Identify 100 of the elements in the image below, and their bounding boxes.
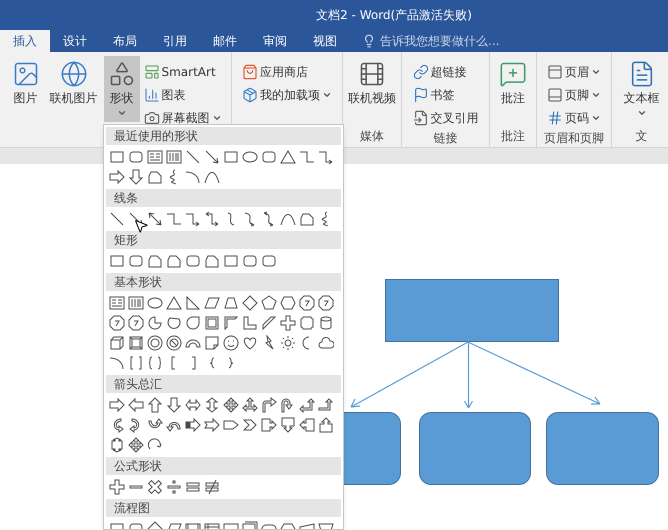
frame-icon[interactable] bbox=[204, 315, 220, 331]
multiply-sign-icon[interactable] bbox=[146, 479, 162, 495]
ribbon-button[interactable]: 我的加载项 bbox=[240, 83, 334, 106]
tell-me-field[interactable]: 告诉我您想要做什么... bbox=[362, 30, 500, 52]
striped-arrow-icon[interactable] bbox=[184, 417, 200, 433]
bevel-icon[interactable] bbox=[128, 335, 144, 351]
chord-icon[interactable] bbox=[166, 315, 182, 331]
cylinder-icon[interactable] bbox=[318, 315, 334, 331]
plaque-icon[interactable] bbox=[298, 315, 314, 331]
left-right-arrow-icon[interactable] bbox=[184, 397, 200, 413]
up-down-arrow-icon[interactable] bbox=[204, 397, 220, 413]
donut-icon[interactable] bbox=[146, 335, 162, 351]
ribbon-button[interactable]: 批注 bbox=[495, 56, 531, 122]
right-triangle-icon[interactable] bbox=[184, 295, 200, 311]
division-sign-icon[interactable] bbox=[166, 479, 182, 495]
arrow-line-icon[interactable] bbox=[204, 149, 220, 165]
cloud-icon[interactable] bbox=[318, 335, 334, 351]
numbered-polygon-icon[interactable] bbox=[298, 295, 314, 311]
arc-icon[interactable] bbox=[108, 355, 124, 371]
not-equal-sign-icon[interactable] bbox=[204, 479, 220, 495]
teardrop-icon[interactable] bbox=[184, 315, 200, 331]
ribbon-tab[interactable]: 视图 bbox=[300, 30, 350, 52]
freeform-shape-icon[interactable] bbox=[146, 169, 162, 185]
trapezoid-icon[interactable] bbox=[222, 295, 238, 311]
plus-sign-icon[interactable] bbox=[280, 315, 296, 331]
quad-arrow-callout-icon[interactable] bbox=[128, 437, 144, 453]
numbered-polygon-icon[interactable] bbox=[318, 295, 334, 311]
ribbon-tab[interactable]: 设计 bbox=[50, 30, 100, 52]
diagonal-stripe-icon[interactable] bbox=[260, 315, 276, 331]
right-arrow-icon[interactable] bbox=[108, 169, 124, 185]
ribbon-tab[interactable]: 邮件 bbox=[200, 30, 250, 52]
arrow-callout-icon[interactable] bbox=[280, 417, 296, 433]
freeform-shape-icon[interactable] bbox=[204, 253, 220, 269]
curve-icon[interactable] bbox=[280, 211, 296, 227]
pentagon-icon[interactable] bbox=[260, 295, 276, 311]
ribbon-button[interactable]: 联机视频 bbox=[344, 56, 400, 122]
l-shape-icon[interactable] bbox=[242, 315, 258, 331]
down-arrow-icon[interactable] bbox=[128, 169, 144, 185]
ribbon-button[interactable]: 书签 bbox=[410, 83, 480, 106]
curve-icon[interactable] bbox=[204, 169, 220, 185]
triangle-icon[interactable] bbox=[166, 295, 182, 311]
ribbon-button[interactable]: 应用商店 bbox=[240, 60, 334, 83]
hexagon-icon[interactable] bbox=[280, 295, 296, 311]
ribbon-button[interactable]: 形状 bbox=[104, 56, 140, 122]
pie-icon[interactable] bbox=[146, 315, 162, 331]
arrow-callout-icon[interactable] bbox=[260, 417, 276, 433]
bent-arrow-icon[interactable] bbox=[260, 397, 276, 413]
elbow-connector-icon[interactable] bbox=[166, 211, 182, 227]
down-arrow-icon[interactable] bbox=[166, 397, 182, 413]
elbow-arrow-connector-icon[interactable] bbox=[318, 149, 334, 165]
bracket-pair-icon[interactable] bbox=[128, 355, 144, 371]
sun-icon[interactable] bbox=[280, 335, 296, 351]
ribbon-button[interactable]: 页脚 bbox=[545, 83, 603, 106]
rectangle-icon[interactable] bbox=[108, 253, 124, 269]
text-box-icon[interactable] bbox=[146, 149, 162, 165]
elbow-double-arrow-connector-icon[interactable] bbox=[204, 211, 220, 227]
chevron-icon[interactable] bbox=[242, 417, 258, 433]
left-arrow-icon[interactable] bbox=[128, 397, 144, 413]
freeform-shape-icon[interactable] bbox=[146, 253, 162, 269]
double-arrow-line-icon[interactable] bbox=[146, 211, 162, 227]
elbow-arrow-connector-icon[interactable] bbox=[184, 211, 200, 227]
up-arrow-icon[interactable] bbox=[146, 397, 162, 413]
ribbon-button[interactable]: 文本框 bbox=[620, 56, 664, 122]
half-frame-icon[interactable] bbox=[222, 315, 238, 331]
ribbon-button[interactable]: 图片 bbox=[8, 56, 44, 122]
ribbon-button[interactable]: 联机图片 bbox=[46, 56, 102, 122]
elbow-connector-icon[interactable] bbox=[298, 149, 314, 165]
parallelogram-icon[interactable] bbox=[204, 295, 220, 311]
smiley-face-icon[interactable] bbox=[222, 335, 238, 351]
line-icon[interactable] bbox=[184, 149, 200, 165]
freeform-shape-icon[interactable] bbox=[166, 253, 182, 269]
folded-corner-icon[interactable] bbox=[204, 335, 220, 351]
rectangle-icon[interactable] bbox=[108, 149, 124, 165]
quad-arrow-icon[interactable] bbox=[222, 397, 238, 413]
ribbon-tab[interactable]: 引用 bbox=[150, 30, 200, 52]
notched-arrow-icon[interactable] bbox=[204, 417, 220, 433]
numbered-polygon-icon[interactable] bbox=[128, 315, 144, 331]
ribbon-button[interactable]: SmartArt bbox=[142, 60, 224, 83]
text-box-icon[interactable] bbox=[108, 295, 124, 311]
arc-icon[interactable] bbox=[184, 169, 200, 185]
ellipse-icon[interactable] bbox=[242, 149, 258, 165]
vertical-text-box-icon[interactable] bbox=[128, 295, 144, 311]
ribbon-button[interactable]: 屏幕截图 bbox=[142, 106, 224, 129]
brace-pair-icon[interactable] bbox=[146, 355, 162, 371]
ribbon-button[interactable]: 超链接 bbox=[410, 60, 480, 83]
ribbon-button[interactable]: 页眉 bbox=[545, 60, 603, 83]
numbered-polygon-icon[interactable] bbox=[108, 315, 124, 331]
left-up-arrow-icon[interactable] bbox=[298, 397, 314, 413]
bent-up-arrow-icon[interactable] bbox=[318, 397, 334, 413]
line-icon[interactable] bbox=[108, 211, 124, 227]
ribbon-tab[interactable]: 布局 bbox=[100, 30, 150, 52]
right-arrow-icon[interactable] bbox=[108, 397, 124, 413]
ribbon-tab[interactable]: 插入 bbox=[0, 30, 50, 52]
cube-icon[interactable] bbox=[108, 335, 124, 351]
triangle-icon[interactable] bbox=[280, 149, 296, 165]
double-arrow-callout-icon[interactable] bbox=[108, 437, 124, 453]
u-turn-arrow-icon[interactable] bbox=[280, 397, 296, 413]
heart-icon[interactable] bbox=[242, 335, 258, 351]
vertical-text-box-icon[interactable] bbox=[166, 149, 182, 165]
arrow-callout-icon[interactable] bbox=[318, 417, 334, 433]
